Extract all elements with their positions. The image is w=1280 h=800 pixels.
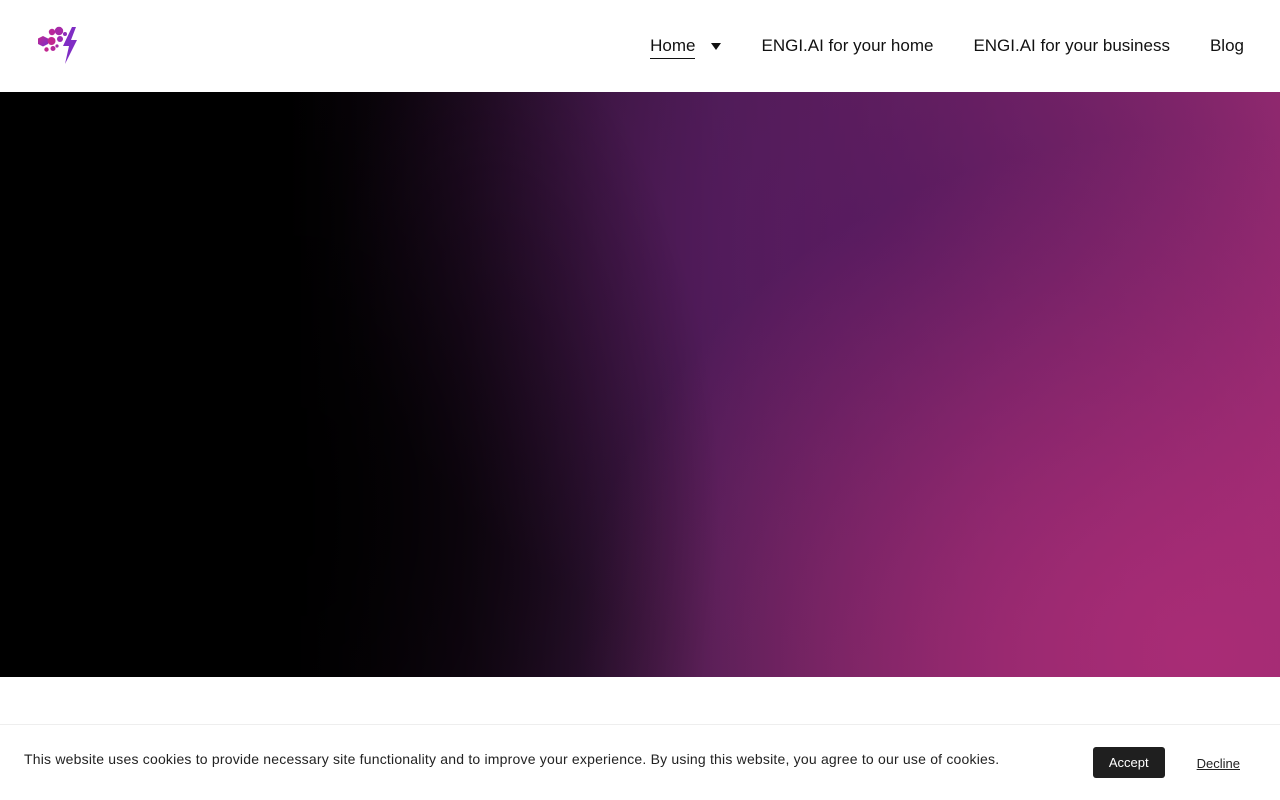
logo-link[interactable] [36,26,80,66]
site-header: Home ENGI.AI for your home ENGI.AI for y… [0,0,1280,92]
hero-gradient-banner [0,92,1280,677]
nav-item-engi-ai-home[interactable]: ENGI.AI for your home [761,36,933,56]
nav-home-label: Home [650,36,696,59]
hexagon-cluster-lightning-logo [38,26,77,64]
nav-item-home[interactable]: Home [650,33,722,59]
nav-item-engi-ai-business[interactable]: ENGI.AI for your business [973,36,1170,56]
main-navigation: Home ENGI.AI for your home ENGI.AI for y… [650,0,1244,92]
nav-item-blog[interactable]: Blog [1210,36,1244,56]
decline-cookies-button[interactable]: Decline [1197,756,1240,771]
accept-cookies-button[interactable]: Accept [1092,747,1165,778]
cookie-message: This website uses cookies to provide nec… [24,750,1000,767]
cookie-actions: Accept Decline [1092,747,1240,778]
caret-down-icon[interactable] [711,42,722,50]
cookie-banner: This website uses cookies to provide nec… [0,724,1280,800]
